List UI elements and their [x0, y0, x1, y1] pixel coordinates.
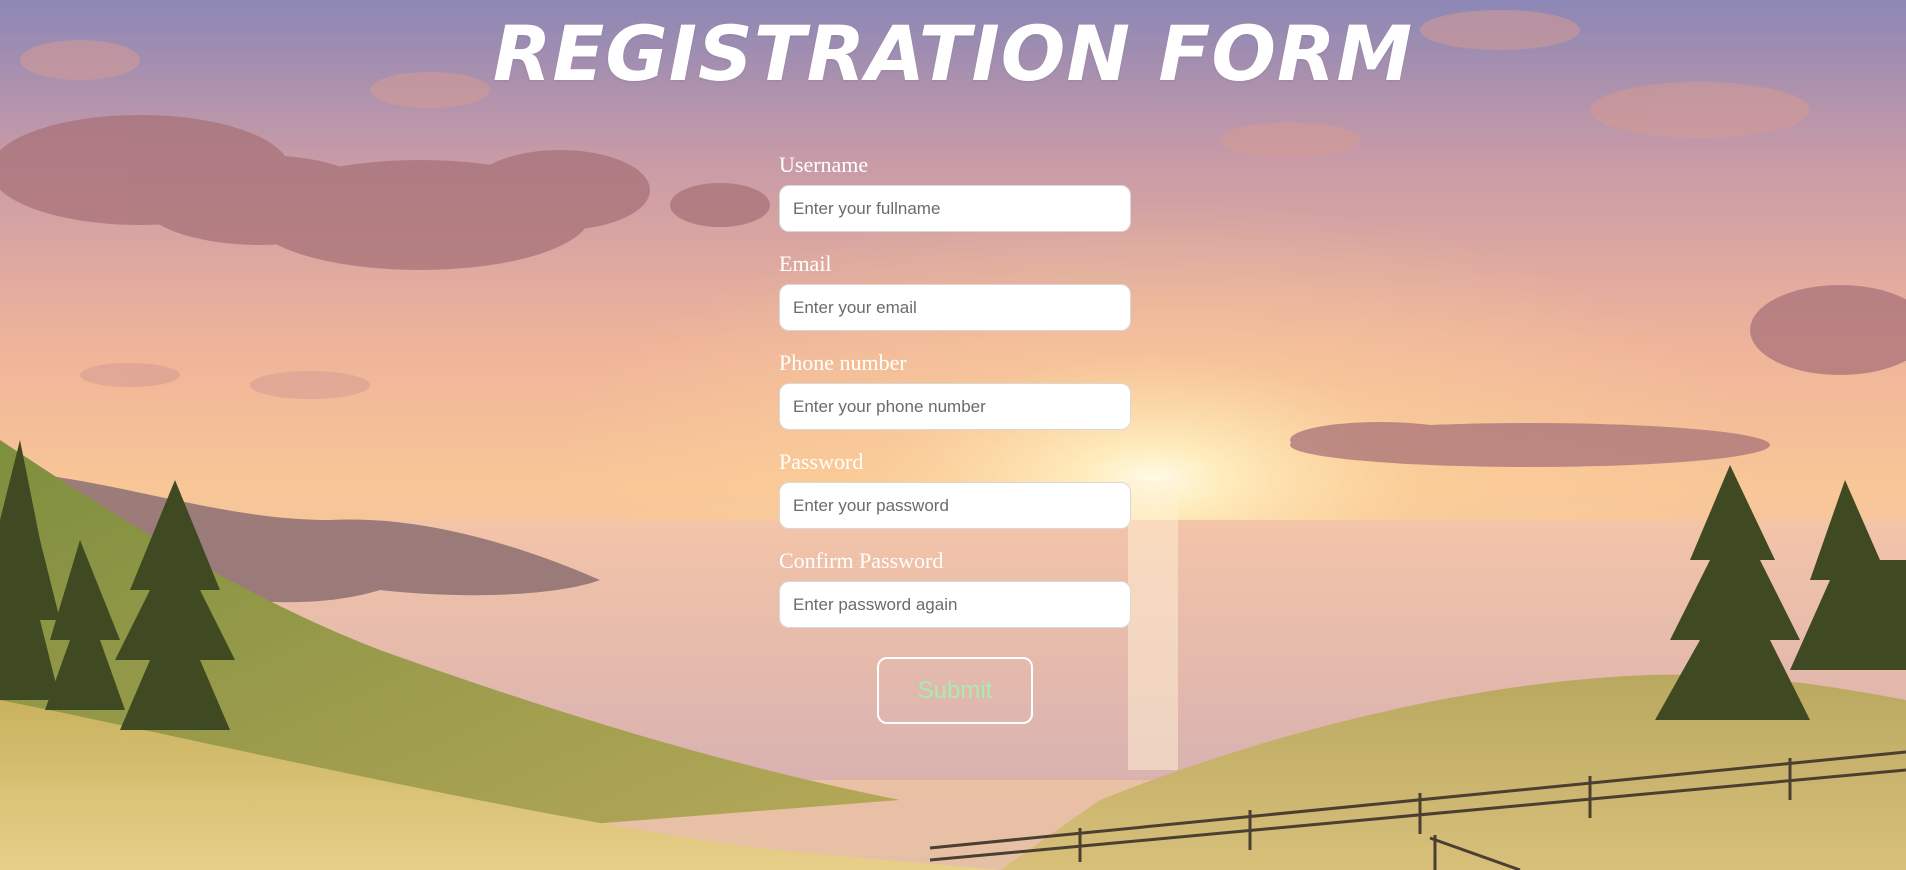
submit-button[interactable]: Submit: [877, 657, 1033, 724]
username-input[interactable]: [779, 185, 1131, 232]
email-field-group: Email: [779, 250, 1131, 348]
confirm-password-input[interactable]: [779, 581, 1131, 628]
confirm-password-field-group: Confirm Password: [779, 547, 1131, 645]
page-title: REGISTRATION FORM: [492, 9, 1414, 98]
phone-number-input[interactable]: [779, 383, 1131, 430]
phone-number-label: Phone number: [779, 350, 907, 375]
email-label: Email: [779, 251, 832, 276]
registration-form: Username Email Phone number Password Con…: [779, 150, 1131, 724]
submit-container: Submit: [779, 657, 1131, 724]
phone-field-group: Phone number: [779, 349, 1131, 447]
username-field-group: Username: [779, 151, 1131, 249]
email-input[interactable]: [779, 284, 1131, 331]
username-label: Username: [779, 152, 869, 177]
password-label: Password: [779, 449, 864, 474]
confirm-password-label: Confirm Password: [779, 548, 944, 573]
password-field-group: Password: [779, 448, 1131, 546]
password-input[interactable]: [779, 482, 1131, 529]
